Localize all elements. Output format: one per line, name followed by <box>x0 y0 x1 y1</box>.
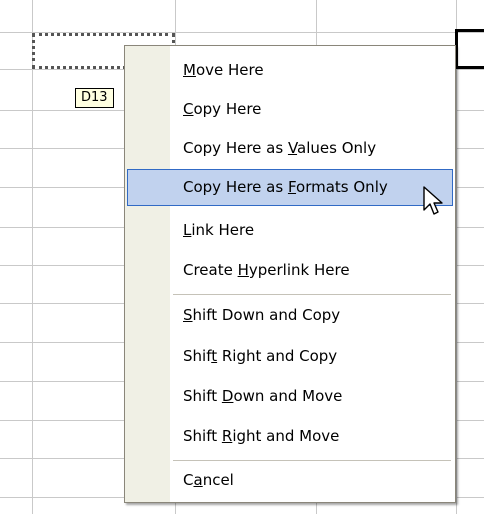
menu-item-move-here[interactable]: Move Here <box>127 52 453 89</box>
menu-item-shift-right-and-copy[interactable]: Shift Right and Copy <box>127 338 453 375</box>
menu-item-shift-right-and-move[interactable]: Shift Right and Move <box>127 418 453 455</box>
cell-reference-tooltip: D13 <box>75 88 114 108</box>
gridline-vertical <box>32 0 33 514</box>
menu-item-shift-down-and-move[interactable]: Shift Down and Move <box>127 378 453 415</box>
menu-item-link-here[interactable]: Link Here <box>127 212 453 249</box>
drop-target-cell[interactable] <box>455 29 484 69</box>
arrow-cursor-icon <box>423 186 443 215</box>
menu-item-cancel[interactable]: Cancel <box>127 462 453 499</box>
menu-item-copy-here-formats-only[interactable]: Copy Here as Formats Only <box>127 169 453 206</box>
menu-item-copy-here[interactable]: Copy Here <box>127 91 453 128</box>
gridline-vertical <box>456 0 457 514</box>
menu-separator <box>173 460 451 461</box>
spreadsheet-window: D13 Move Here Copy Here Copy Here as Val… <box>0 0 484 514</box>
menu-item-copy-here-values-only[interactable]: Copy Here as Values Only <box>127 130 453 167</box>
menu-separator <box>173 294 451 295</box>
drag-drop-context-menu[interactable]: Move Here Copy Here Copy Here as Values … <box>124 45 456 503</box>
menu-item-shift-down-and-copy[interactable]: Shift Down and Copy <box>127 297 453 334</box>
menu-item-create-hyperlink-here[interactable]: Create Hyperlink Here <box>127 252 453 289</box>
